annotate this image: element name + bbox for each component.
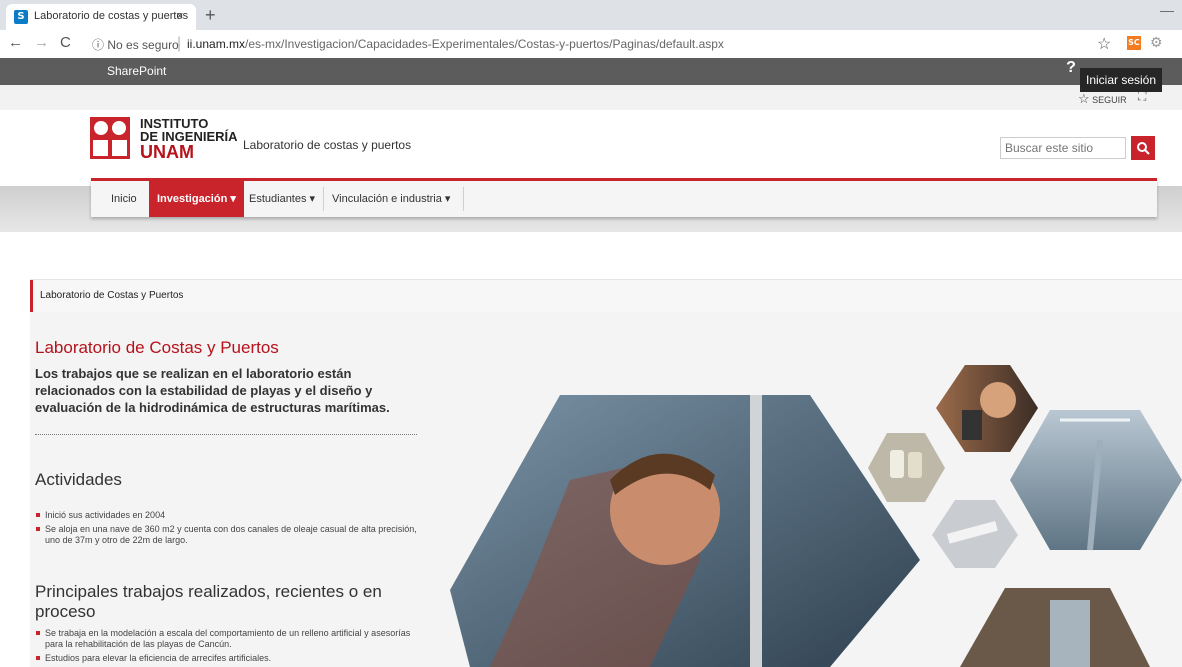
url-divider: | [177,35,182,52]
wave-channel-photo [1010,410,1182,551]
sharepoint-favicon-icon: S [14,10,28,24]
nav-item-vinculacion[interactable]: Vinculación e industria ▾ [324,181,458,217]
sharepoint-link[interactable]: SharePoint [107,64,166,78]
search-box [1000,137,1127,159]
specimen-photo [932,500,1018,568]
list-item: Estudios para elevar la eficiencia de ar… [35,653,425,664]
tab-close-icon[interactable]: × [176,8,184,23]
nav-item-inicio[interactable]: Inicio [103,181,145,217]
search-icon [1137,142,1150,155]
help-button[interactable]: ? [1062,59,1080,81]
browser-tab-bar: S Laboratorio de costas y puertos × + — [0,0,1182,30]
search-input[interactable] [1001,138,1127,158]
extension-puzzle-icon[interactable]: ⚙ [1150,34,1163,51]
samples-photo [868,433,945,502]
forward-icon[interactable]: → [34,34,49,51]
breadcrumb-current[interactable]: Laboratorio de Costas y Puertos [40,290,183,301]
browser-tab[interactable]: S Laboratorio de costas y puertos × [6,4,196,30]
site-info[interactable]: ⓘ No es seguro [92,36,179,53]
info-icon: ⓘ [92,38,105,52]
minimize-icon[interactable]: — [1160,2,1174,18]
nav-item-investigacion[interactable]: Investigación ▾ [149,181,244,217]
star-icon: ☆ [1078,91,1090,106]
follow-label: SEGUIR [1092,95,1127,105]
logo-line-3: UNAM [140,142,194,162]
works-list: Se trabaja en la modelación a escala del… [35,628,425,667]
back-icon[interactable]: ← [8,34,23,51]
new-tab-button[interactable]: + [205,5,216,26]
researcher-photo [450,395,920,667]
address-bar: ← → C ⓘ No es seguro | ii.unam.mx/es-mx/… [0,30,1182,59]
list-item: Se trabaja en la modelación a escala del… [35,628,425,650]
intro-text: Los trabajos que se realizan en el labor… [35,366,390,415]
microscope-photo [936,365,1038,452]
list-item: Inició sus actividades en 2004 [35,510,425,521]
dotted-divider [35,434,417,435]
url-host: ii.unam.mx [187,37,246,51]
reload-icon[interactable]: C [60,34,71,51]
search-button[interactable] [1131,136,1155,160]
nav-item-estudiantes[interactable]: Estudiantes ▾ [241,181,323,217]
breadcrumb: Laboratorio de Costas y Puertos [30,279,1182,313]
follow-button[interactable]: ☆ SEGUIR [1078,91,1127,107]
bookmark-star-icon[interactable]: ☆ [1097,34,1111,54]
nav-divider [463,187,464,211]
activities-list: Inició sus actividades en 2004 Se aloja … [35,510,425,549]
workshop-photo [960,588,1150,667]
site-title[interactable]: Laboratorio de costas y puertos [243,138,411,152]
ribbon-bar: ☆ SEGUIR ⛶ [0,85,1182,110]
top-navigation: Inicio Investigación ▾ Estudiantes ▾ Vin… [91,178,1157,217]
url-field[interactable]: ii.unam.mx/es-mx/Investigacion/Capacidad… [187,37,724,51]
security-label: No es seguro [107,38,179,52]
url-path: /es-mx/Investigacion/Capacidades-Experim… [245,37,724,51]
page-title: Laboratorio de Costas y Puertos [35,338,279,357]
activities-heading: Actividades [35,470,122,489]
list-item: Se aloja en una nave de 360 m2 y cuenta … [35,524,425,546]
institute-logo-text: INSTITUTO DE INGENIERÍA UNAM [140,117,238,162]
extension-icon[interactable]: SC [1127,36,1141,50]
lab-photo-collage [450,365,1182,667]
tab-title: Laboratorio de costas y puertos [34,10,189,22]
suite-bar: SharePoint ? [0,58,1182,85]
works-heading: Principales trabajos realizados, recient… [35,582,382,621]
sign-in-button[interactable]: Iniciar sesión [1080,68,1162,92]
breadcrumb-accent [30,280,33,312]
unam-logo-icon[interactable] [90,117,130,159]
